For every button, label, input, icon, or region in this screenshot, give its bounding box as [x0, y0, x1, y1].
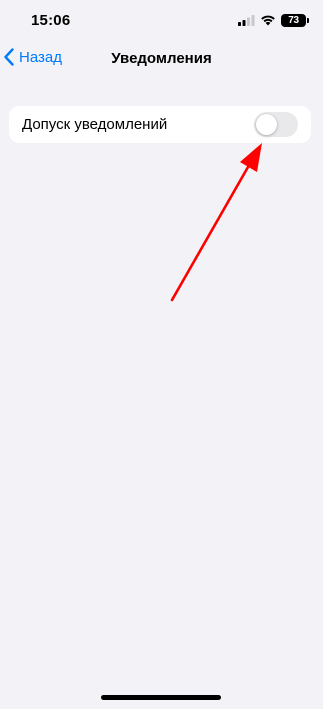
notifications-toggle[interactable] — [254, 112, 298, 137]
arrow-head — [240, 143, 262, 172]
status-icons: 73 — [238, 13, 309, 27]
arrow-shaft — [170, 158, 254, 302]
wifi-icon — [261, 15, 275, 26]
allow-notifications-label: Допуск уведомлений — [22, 116, 168, 133]
status-time: 15:06 — [31, 12, 71, 29]
battery-level: 73 — [288, 14, 299, 26]
navigation-bar: Назад Уведомления — [0, 44, 323, 74]
settings-group: Допуск уведомлений — [9, 106, 311, 143]
home-indicator[interactable] — [101, 695, 221, 700]
battery-icon: 73 — [281, 13, 309, 27]
cellular-signal-icon — [238, 14, 255, 26]
status-bar: 15:06 73 — [0, 0, 323, 44]
toggle-knob — [256, 114, 277, 135]
page-title: Уведомления — [111, 50, 212, 67]
